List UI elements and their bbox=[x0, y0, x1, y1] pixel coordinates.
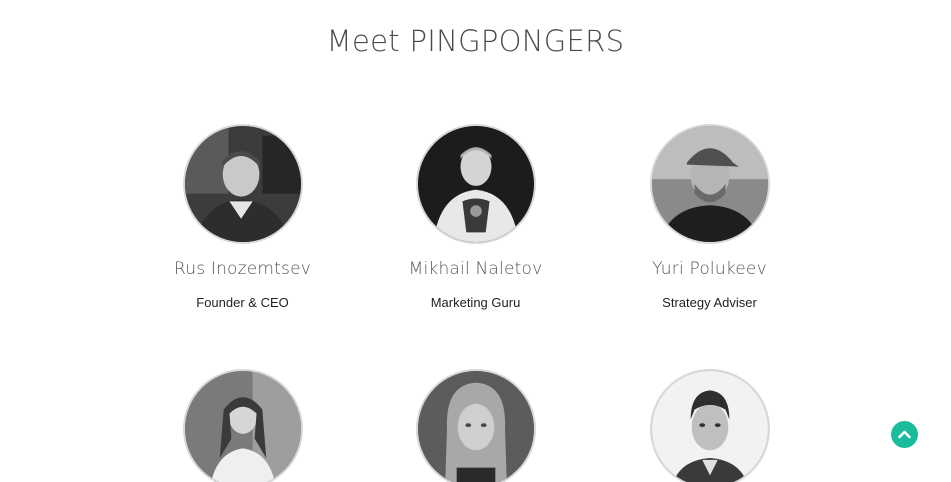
team-member-card: Rus Inozemtsev Founder & CEO bbox=[126, 124, 359, 310]
chevron-up-icon bbox=[898, 430, 911, 439]
team-page: Meet PINGPONGERS Rus Inozemtsev Founder … bbox=[0, 0, 951, 482]
team-member-card bbox=[126, 369, 359, 482]
team-member-card bbox=[359, 369, 592, 482]
member-role: Strategy Adviser bbox=[662, 295, 757, 310]
member-role: Marketing Guru bbox=[430, 295, 521, 310]
team-member-card bbox=[593, 369, 826, 482]
member-photo bbox=[415, 369, 536, 482]
scroll-to-top-button[interactable] bbox=[891, 421, 918, 448]
member-name: Yuri Polukeev bbox=[652, 259, 767, 279]
team-member-card: Yuri Polukeev Strategy Adviser bbox=[593, 124, 826, 310]
member-photo bbox=[649, 124, 770, 244]
member-role: Founder & CEO bbox=[196, 295, 289, 310]
section-title: Meet PINGPONGERS bbox=[326, 24, 625, 58]
member-name: Rus Inozemtsev bbox=[173, 259, 312, 279]
team-member-card: Mikhail Naletov Marketing Guru bbox=[359, 124, 592, 310]
member-photo bbox=[182, 369, 303, 482]
member-name: Mikhail Naletov bbox=[408, 259, 543, 279]
member-photo bbox=[415, 124, 536, 244]
member-photo bbox=[649, 369, 770, 482]
member-photo bbox=[182, 124, 303, 244]
